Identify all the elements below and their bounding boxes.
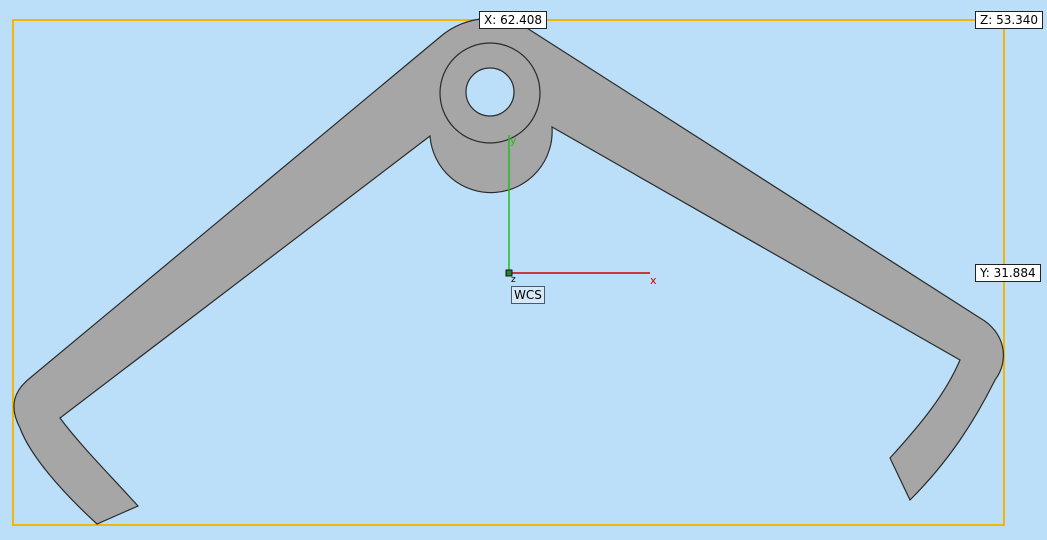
wcs-label[interactable]: WCS — [511, 286, 545, 304]
through-hole[interactable] — [465, 67, 515, 117]
z-axis-letter: z — [511, 275, 516, 285]
cad-viewport[interactable]: x y z WCS X: 62.408 Z: 53.340 Y: 31.884 — [0, 0, 1047, 540]
x-dimension-label: X: 62.408 — [479, 11, 548, 29]
y-axis-letter: y — [510, 134, 517, 147]
z-dimension-label: Z: 53.340 — [975, 11, 1044, 29]
model-scene[interactable] — [0, 0, 1047, 540]
x-axis-letter: x — [650, 274, 657, 287]
y-dimension-label: Y: 31.884 — [975, 264, 1041, 282]
